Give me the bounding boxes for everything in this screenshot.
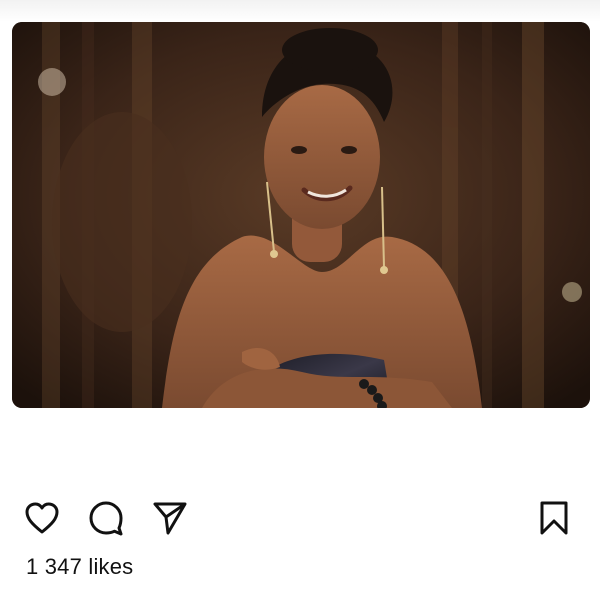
post-spacer xyxy=(0,408,600,488)
post-photo[interactable] xyxy=(12,22,590,408)
bookmark-icon[interactable] xyxy=(534,498,574,538)
caption xyxy=(26,588,596,600)
send-icon[interactable] xyxy=(150,498,190,538)
instagram-post: 1 347 likes xyxy=(0,0,600,600)
likes-count[interactable]: 1 347 likes xyxy=(26,554,133,580)
heart-icon[interactable] xyxy=(22,498,62,538)
comment-icon[interactable] xyxy=(86,498,126,538)
top-edge xyxy=(0,0,600,22)
action-bar xyxy=(0,492,600,542)
